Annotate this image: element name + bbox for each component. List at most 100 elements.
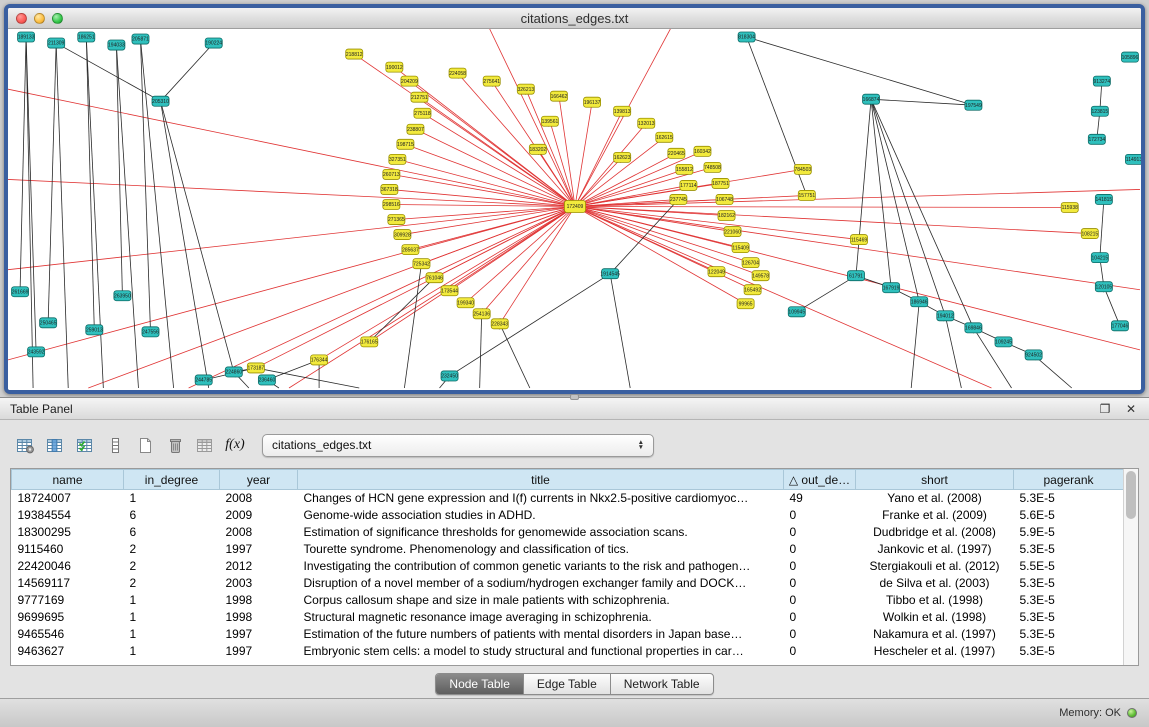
table-row[interactable]: 911546021997Tourette syndrome. Phenomeno… — [12, 541, 1124, 558]
graph-node[interactable]: 104215 — [1091, 253, 1108, 263]
graph-node[interactable]: 211309 — [48, 38, 65, 48]
graph-node[interactable]: 197549 — [965, 100, 982, 110]
table-row[interactable]: 1938455462009Genome-wide association stu… — [12, 507, 1124, 524]
graph-node[interactable]: 244785 — [195, 375, 212, 385]
graph-node[interactable]: 186251 — [78, 32, 95, 42]
graph-node[interactable]: 166462 — [550, 91, 567, 101]
graph-node[interactable]: 162615 — [656, 132, 673, 142]
graph-node[interactable]: 176344 — [311, 355, 328, 365]
graph-node[interactable]: 177114 — [680, 180, 697, 190]
table-selector-dropdown[interactable]: citations_edges.txt ▲▼ — [262, 434, 654, 457]
graph-node[interactable]: 160342 — [694, 146, 711, 156]
graph-node[interactable]: 177046 — [1111, 321, 1128, 331]
delete-column-icon[interactable] — [160, 431, 190, 459]
column-header-1[interactable]: in_degree — [124, 470, 220, 490]
graph-node[interactable]: 149578 — [752, 271, 769, 281]
table-row[interactable]: 969969511998Structural magnetic resonanc… — [12, 609, 1124, 626]
float-panel-icon[interactable]: ❐ — [1097, 401, 1113, 417]
graph-node[interactable]: 123815 — [1091, 106, 1108, 116]
graph-node[interactable]: 167919 — [883, 283, 900, 293]
graph-node[interactable]: 157751 — [798, 190, 815, 200]
graph-node[interactable]: 254136 — [473, 309, 490, 319]
graph-node[interactable]: 232450 — [441, 371, 458, 381]
graph-node[interactable]: 326213 — [517, 84, 534, 94]
graph-node[interactable]: 187751 — [712, 178, 729, 188]
graph-node[interactable]: 243592 — [28, 347, 45, 357]
graph-node[interactable]: 205310 — [152, 96, 169, 106]
graph-node[interactable]: 109245 — [995, 337, 1012, 347]
function-builder-button[interactable]: f(x) — [220, 431, 250, 459]
graph-node[interactable]: 367318 — [381, 184, 398, 194]
graph-node[interactable]: 220465 — [668, 148, 685, 158]
column-header-2[interactable]: year — [220, 470, 298, 490]
close-panel-icon[interactable]: ✕ — [1123, 401, 1139, 417]
graph-node[interactable]: 261669 — [12, 287, 29, 297]
tab-edge-table[interactable]: Edge Table — [523, 674, 610, 694]
graph-node[interactable]: 236460 — [258, 375, 275, 385]
graph-node[interactable]: 275118 — [414, 108, 431, 118]
graph-node[interactable]: 166874 — [863, 94, 880, 104]
graph-node[interactable]: 194033 — [108, 40, 125, 50]
graph-node[interactable]: 309928 — [394, 230, 411, 240]
graph-node[interactable]: 924502 — [1025, 350, 1042, 360]
column-header-4[interactable]: △ out_de… — [784, 470, 856, 490]
minimize-window-button[interactable] — [34, 13, 45, 24]
edit-table-icon[interactable] — [70, 431, 100, 459]
panel-divider-handle[interactable] — [570, 394, 579, 400]
graph-node[interactable]: 155812 — [676, 164, 693, 174]
graph-node[interactable]: 238807 — [407, 124, 424, 134]
table-row[interactable]: 946554611997Estimation of the future num… — [12, 626, 1124, 643]
graph-node[interactable]: 260713 — [383, 169, 400, 179]
graph-node[interactable]: 1914545 — [600, 269, 620, 279]
graph-node[interactable]: 105896 — [1121, 52, 1138, 62]
graph-node[interactable]: 106748 — [716, 194, 733, 204]
graph-node[interactable]: 818304 — [738, 32, 755, 42]
import-table-icon[interactable] — [190, 431, 220, 459]
graph-node[interactable]: 114913 — [1125, 154, 1141, 164]
graph-node[interactable]: 182162 — [718, 211, 735, 221]
network-graph-canvas[interactable]: 1724092188121900122042092127512751182388… — [8, 29, 1141, 390]
graph-node[interactable]: 237745 — [670, 194, 687, 204]
graph-node[interactable]: 173544 — [441, 286, 458, 296]
graph-node[interactable]: 228343 — [491, 319, 508, 329]
graph-node[interactable]: 913274 — [1093, 76, 1110, 86]
table-row[interactable]: 946362711997Embryonic stem cells: a mode… — [12, 643, 1124, 660]
graph-node[interactable]: 115469 — [850, 235, 867, 245]
graph-node[interactable]: 115938 — [1061, 202, 1078, 212]
graph-node[interactable]: 327351 — [389, 154, 406, 164]
graph-node[interactable]: 190224 — [205, 38, 222, 48]
graph-node[interactable]: 122049 — [708, 267, 725, 277]
tab-network-table[interactable]: Network Table — [610, 674, 713, 694]
scrollbar-thumb[interactable] — [1126, 471, 1136, 519]
graph-node[interactable]: 176165 — [361, 337, 378, 347]
graph-node[interactable]: 199340 — [457, 298, 474, 308]
row-list-icon[interactable] — [100, 431, 130, 459]
graph-node[interactable]: 205871 — [132, 34, 149, 44]
graph-node[interactable]: 99965 — [737, 299, 754, 309]
graph-node[interactable]: 725342 — [413, 259, 430, 269]
graph-node[interactable]: 784503 — [794, 164, 811, 174]
graph-node[interactable]: 259013 — [86, 325, 103, 335]
graph-node[interactable]: 212751 — [411, 92, 428, 102]
graph-node[interactable]: 761046 — [426, 273, 443, 283]
table-row[interactable]: 2242004622012Investigating the contribut… — [12, 558, 1124, 575]
graph-node[interactable]: 173187 — [247, 363, 264, 373]
graph-node[interactable]: 61791 — [847, 271, 864, 281]
graph-node[interactable]: 172734 — [1088, 134, 1105, 144]
graph-node[interactable]: 108215 — [1081, 229, 1098, 239]
tab-node-table[interactable]: Node Table — [436, 674, 523, 694]
graph-node[interactable]: 132013 — [638, 118, 655, 128]
table-settings-icon[interactable] — [10, 431, 40, 459]
graph-node[interactable]: 247556 — [142, 327, 159, 337]
graph-node[interactable]: 250465 — [40, 318, 57, 328]
graph-node[interactable]: 204209 — [401, 76, 418, 86]
close-window-button[interactable] — [16, 13, 27, 24]
table-row[interactable]: 1872400712008Changes of HCN gene express… — [12, 490, 1124, 507]
column-chooser-icon[interactable] — [40, 431, 70, 459]
window-titlebar[interactable]: citations_edges.txt — [8, 8, 1141, 29]
graph-node[interactable]: 189133 — [18, 32, 35, 42]
graph-node[interactable]: 169846 — [965, 323, 982, 333]
graph-node[interactable]: 218812 — [346, 49, 363, 59]
graph-node[interactable]: 198715 — [397, 139, 414, 149]
graph-node[interactable]: 126704 — [742, 258, 759, 268]
